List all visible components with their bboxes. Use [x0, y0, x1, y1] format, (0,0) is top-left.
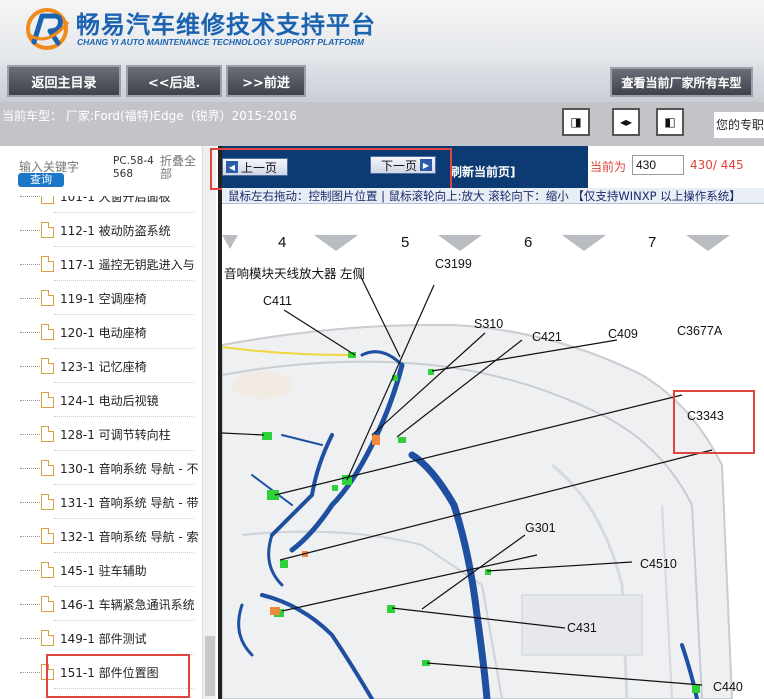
back-button[interactable]: <<后退. — [126, 65, 222, 97]
document-icon — [41, 460, 54, 476]
column-number: 6 — [524, 234, 533, 251]
page-label: 当前为 — [590, 160, 627, 174]
document-icon — [41, 324, 54, 340]
highlight-box-c3343 — [673, 390, 755, 454]
page-indicator: 当前为 430/ 445 — [588, 146, 764, 188]
callout-c421: C421 — [532, 330, 562, 344]
search-button[interactable]: 查询 — [18, 173, 64, 187]
document-icon — [41, 494, 54, 510]
tree-item[interactable]: 101-1 大窗开启面板 — [20, 196, 202, 213]
callout-c409: C409 — [608, 327, 638, 341]
highlight-box-tree-item — [46, 654, 190, 698]
refresh-page-link[interactable]: 刷新当前页] — [450, 163, 516, 180]
callout-c4510: C4510 — [640, 557, 677, 571]
toolbar: 返回主目录 <<后退. >>前进 查看当前厂家所有车型 — [0, 62, 764, 102]
header-banner: 畅易汽车维修技术支持平台 CHANG YI AUTO MAINTENANCE T… — [0, 0, 764, 62]
collapse-right-icon[interactable]: ◧ — [656, 108, 684, 136]
tree-item[interactable]: 146-1 车辆紧急通讯系统 — [20, 587, 202, 621]
document-icon — [41, 562, 54, 578]
info-row: 当前车型： 厂家:Ford(福特)Edge（锐界）2015-2016 ◨ ◂▸ … — [0, 102, 764, 146]
marquee-message: 您的专职 — [714, 112, 764, 138]
column-number: 7 — [648, 234, 657, 251]
callout-c3677a: C3677A — [677, 324, 723, 338]
left-panel: 输入关键字 查询 PC.58-4568 折叠全部 101-1 大窗开启面板 11… — [0, 146, 218, 699]
column-number: 5 — [401, 234, 410, 251]
brand-title: 畅易汽车维修技术支持平台 — [76, 11, 376, 39]
document-icon — [41, 290, 54, 306]
brand-subtitle: CHANG YI AUTO MAINTENANCE TECHNOLOGY SUP… — [77, 37, 364, 47]
tree-item[interactable]: 119-1 空调座椅 — [20, 281, 202, 315]
tree-item[interactable]: 131-1 音响系统 导航 - 带 — [20, 485, 202, 519]
document-icon — [41, 528, 54, 544]
page-number-input[interactable] — [632, 155, 684, 175]
document-icon — [41, 596, 54, 612]
scrollbar-thumb[interactable] — [205, 636, 215, 696]
callout-c431: C431 — [567, 621, 597, 635]
tree-item[interactable]: 145-1 驻车辅助 — [20, 553, 202, 587]
tree-item[interactable]: 123-1 记忆座椅 — [20, 349, 202, 383]
home-button[interactable]: 返回主目录 — [7, 65, 121, 97]
highlight-box-page-buttons — [210, 148, 452, 190]
document-icon — [41, 256, 54, 272]
callout-c3199: C3199 — [435, 257, 472, 271]
collapse-left-icon[interactable]: ◨ — [562, 108, 590, 136]
document-icon — [41, 358, 54, 374]
column-number: 4 — [278, 234, 287, 251]
tree-item[interactable]: 120-1 电动座椅 — [20, 315, 202, 349]
document-icon — [41, 196, 54, 204]
tree-item[interactable]: 130-1 音响系统 导航 - 不 — [20, 451, 202, 485]
tree-item[interactable]: 124-1 电动后视镜 — [20, 383, 202, 417]
page-total: 430/ 445 — [690, 158, 744, 172]
document-icon — [41, 630, 54, 646]
tree-item[interactable]: 149-1 部件测试 — [20, 621, 202, 655]
document-icon — [41, 392, 54, 408]
view-all-models-button[interactable]: 查看当前厂家所有车型 — [610, 67, 753, 97]
collapse-all-link[interactable]: 折叠全部 — [160, 155, 200, 181]
document-icon — [41, 426, 54, 442]
tree-item[interactable]: 112-1 被动防盗系统 — [20, 213, 202, 247]
diagram-caption: 音响模块天线放大器 左侧 — [224, 267, 365, 281]
expand-both-icon[interactable]: ◂▸ — [612, 108, 640, 136]
hint-bar: 鼠标左右拖动：控制图片位置 | 鼠标滚轮向上:放大 滚轮向下：缩小 【仅支持WI… — [222, 188, 764, 204]
left-scrollbar[interactable] — [202, 146, 216, 699]
forward-button[interactable]: >>前进 — [226, 65, 306, 97]
callout-c440: C440 — [713, 680, 743, 694]
current-model-text: 当前车型： 厂家:Ford(福特)Edge（锐界）2015-2016 — [2, 109, 297, 123]
tree-item[interactable]: 117-1 遥控无钥匙进入与 — [20, 247, 202, 281]
callout-s310: S310 — [474, 317, 504, 331]
document-icon — [41, 222, 54, 238]
callout-g301: G301 — [525, 521, 556, 535]
section-tree: 101-1 大窗开启面板 112-1 被动防盗系统 117-1 遥控无钥匙进入与… — [0, 196, 202, 699]
pc-code-text: PC.58-4568 — [113, 155, 154, 180]
logo-icon — [26, 8, 70, 50]
callout-c411: C411 — [263, 294, 292, 308]
tree-item[interactable]: 132-1 音响系统 导航 - 索 — [20, 519, 202, 553]
tree-item[interactable]: 128-1 可调节转向柱 — [20, 417, 202, 451]
